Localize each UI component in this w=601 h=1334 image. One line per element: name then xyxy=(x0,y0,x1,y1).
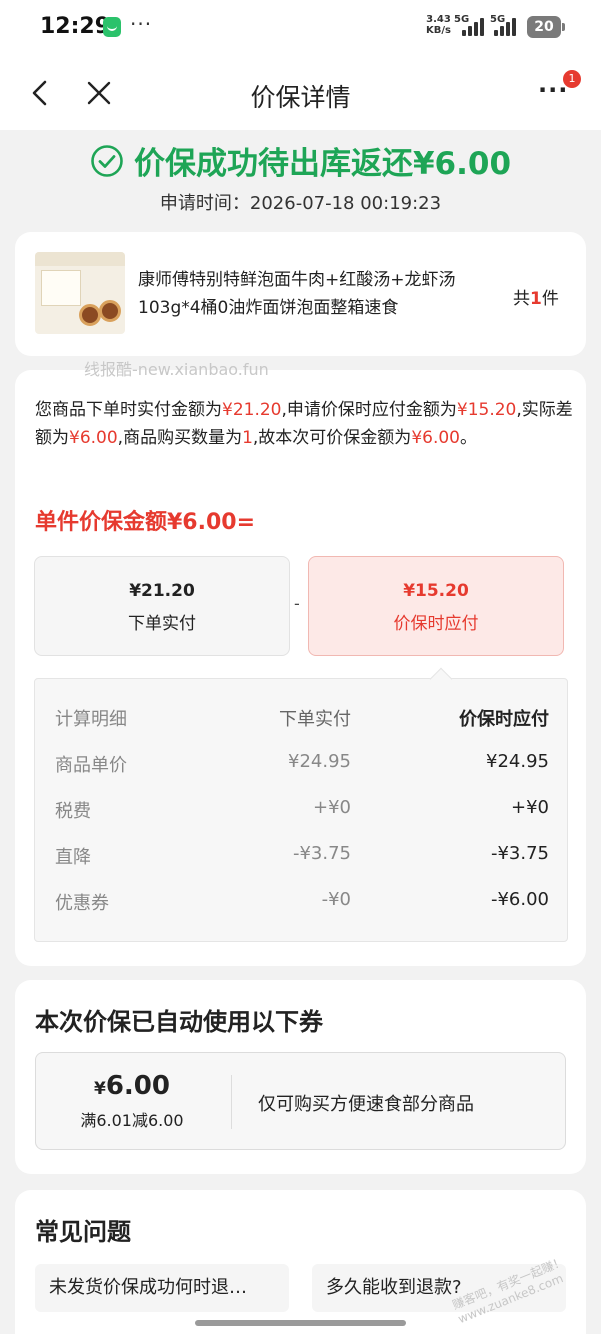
signal-icon xyxy=(462,18,488,36)
battery-icon: 20 xyxy=(527,16,565,38)
faq-title: 常见问题 xyxy=(35,1218,131,1246)
coupon-card: 本次价保已自动使用以下券 ¥6.00 满6.01减6.00 仅可购买方便速食部分… xyxy=(15,980,586,1174)
faq-card: 常见问题 未发货价保成功何时退… 多久能收到退款? xyxy=(15,1190,586,1334)
calc-text-6: 。 xyxy=(459,428,477,448)
coupon-item[interactable]: ¥6.00 满6.01减6.00 仅可购买方便速食部分商品 xyxy=(35,1052,566,1150)
calculation-description: 您商品下单时实付金额为¥21.20,申请价保时应付金额为¥15.20,实际差额为… xyxy=(35,396,575,452)
row-protect-value: ¥24.95 xyxy=(486,751,549,772)
status-text: 价保成功待出库返还¥6.00 xyxy=(133,146,512,182)
minus-sign: - xyxy=(294,594,300,613)
notification-badge: 1 xyxy=(563,70,581,88)
net-speed: 3.43 KB/s xyxy=(426,14,451,36)
coupon-description: 仅可购买方便速食部分商品 xyxy=(258,1094,474,1115)
protect-box: ¥15.20 价保时应付 xyxy=(308,556,564,656)
price-protect-status: 价保成功待出库返还¥6.00 xyxy=(0,138,601,183)
diff-amount: ¥6.00 xyxy=(69,428,118,448)
coupon-divider xyxy=(231,1075,232,1129)
calculation-card: 您商品下单时实付金额为¥21.20,申请价保时应付金额为¥15.20,实际差额为… xyxy=(15,370,586,966)
qty-suffix: 件 xyxy=(541,289,559,309)
coupon-condition: 满6.01减6.00 xyxy=(80,1111,184,1130)
calc-text-4: ,商品购买数量为 xyxy=(117,428,243,448)
status-bar: 12:29 ··· 3.43 KB/s 5G 5G 20 xyxy=(0,0,601,58)
row-label: 优惠券 xyxy=(55,893,109,914)
net-speed-unit: KB/s xyxy=(426,25,451,36)
row-paid-value: ¥24.95 xyxy=(288,751,351,772)
status-time: 12:29 xyxy=(40,14,111,39)
table-row: 直降 -¥3.75 -¥3.75 xyxy=(35,843,567,873)
calc-text-5: ,故本次可价保金额为 xyxy=(252,428,412,448)
unit-protect-amount: 单件价保金额¥6.00= xyxy=(35,510,256,535)
row-paid-value: -¥0 xyxy=(321,889,351,910)
calculation-detail-table: 计算明细 下单实付 价保时应付 商品单价 ¥24.95 ¥24.95 税费 +¥… xyxy=(34,678,568,942)
row-paid-value: -¥3.75 xyxy=(292,843,351,864)
watermark: 线报酷-new.xianbao.fun xyxy=(84,360,269,379)
product-quantity: 共1件 xyxy=(513,284,559,309)
row-label: 税费 xyxy=(55,801,91,822)
home-indicator[interactable] xyxy=(195,1320,406,1326)
paid-box-amount: ¥21.20 xyxy=(129,581,195,601)
product-card[interactable]: 康师傅特别特鲜泡面牛肉+红酸汤+龙虾汤103g*4桶0油炸面饼泡面整箱速食 共1… xyxy=(15,232,586,356)
table-row: 税费 +¥0 +¥0 xyxy=(35,797,567,827)
net-speed-value: 3.43 xyxy=(426,14,451,25)
refund-amount: ¥6.00 xyxy=(411,428,460,448)
row-label: 商品单价 xyxy=(55,755,127,776)
product-image xyxy=(35,252,125,334)
status-more-icon: ··· xyxy=(130,12,153,36)
coupon-amount-value: 6.00 xyxy=(105,1071,170,1101)
product-name: 康师傅特别特鲜泡面牛肉+红酸汤+龙虾汤103g*4桶0油炸面饼泡面整箱速食 xyxy=(138,270,456,318)
qty-prefix: 共 xyxy=(513,289,530,309)
protect-box-amount: ¥15.20 xyxy=(403,581,469,601)
faq-item[interactable]: 未发货价保成功何时退… xyxy=(35,1264,289,1312)
success-check-icon xyxy=(91,144,123,177)
protect-box-label: 价保时应付 xyxy=(393,614,479,634)
table-row: 商品单价 ¥24.95 ¥24.95 xyxy=(35,751,567,781)
row-label: 直降 xyxy=(55,847,91,868)
row-protect-value: +¥0 xyxy=(511,797,549,818)
paid-amount: ¥21.20 xyxy=(222,400,282,420)
apply-time: 申请时间：2026-07-18 00:19:23 xyxy=(159,193,442,214)
row-protect-value: -¥3.75 xyxy=(490,843,549,864)
detail-header-col3: 价保时应付 xyxy=(459,709,549,730)
row-protect-value: -¥6.00 xyxy=(490,889,549,910)
table-row: 优惠券 -¥0 -¥6.00 xyxy=(35,889,567,919)
signal-icon-2 xyxy=(494,18,520,36)
detail-header-col1: 计算明细 xyxy=(55,709,127,730)
app-notification-icon xyxy=(103,17,121,37)
coupon-section-title: 本次价保已自动使用以下券 xyxy=(35,1008,323,1036)
page-title: 价保详情 xyxy=(250,83,351,112)
detail-header-col2: 下单实付 xyxy=(279,709,351,730)
paid-box-label: 下单实付 xyxy=(128,614,196,634)
coupon-amount: ¥6.00 xyxy=(36,1071,228,1101)
calc-text-1: 您商品下单时实付金额为 xyxy=(35,400,222,420)
coupon-currency: ¥ xyxy=(94,1079,106,1099)
protect-amount: ¥15.20 xyxy=(456,400,517,420)
nav-bar: 价保详情 ··· 1 xyxy=(0,58,601,130)
paid-box: ¥21.20 下单实付 xyxy=(34,556,290,656)
detail-header-row: 计算明细 下单实付 价保时应付 xyxy=(35,705,567,735)
calc-text-2: ,申请价保时应付金额为 xyxy=(281,400,457,420)
qty-value: 1 xyxy=(530,289,542,309)
purchase-qty: 1 xyxy=(242,428,253,448)
row-paid-value: +¥0 xyxy=(313,797,351,818)
